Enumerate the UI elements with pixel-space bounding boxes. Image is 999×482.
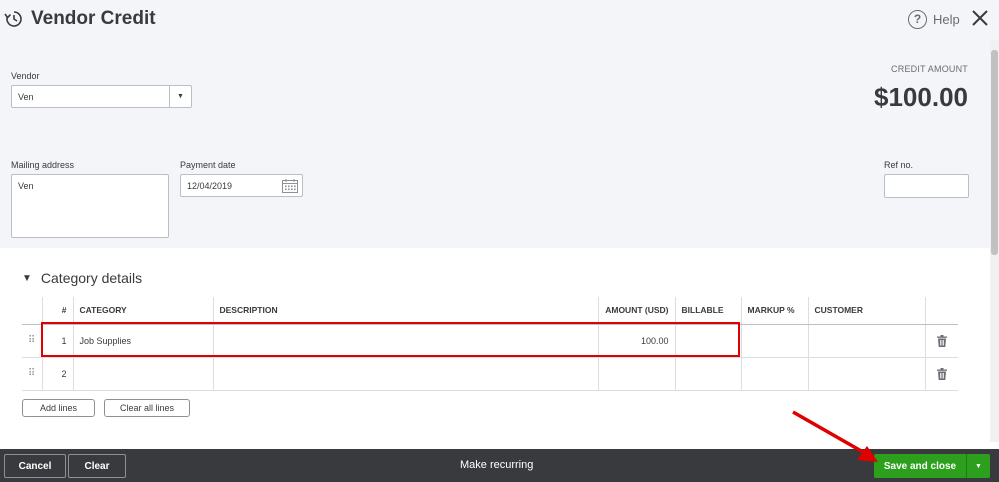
category-cell[interactable]: Job Supplies	[72, 324, 213, 358]
customer-cell[interactable]	[807, 324, 925, 358]
amount-cell[interactable]	[597, 357, 675, 391]
help-button[interactable]: ? Help	[908, 8, 960, 30]
chevron-down-icon[interactable]: ▼	[169, 86, 191, 107]
category-details-toggle[interactable]: ▼ Category details	[22, 270, 142, 286]
calendar-icon[interactable]	[281, 178, 299, 194]
table-row[interactable]: ⠿ 2	[22, 357, 958, 391]
table-header-row: # CATEGORY DESCRIPTION AMOUNT (USD) BILL…	[22, 297, 958, 325]
col-drag	[22, 297, 42, 325]
billable-cell[interactable]	[674, 357, 741, 391]
trash-icon	[936, 367, 947, 380]
description-cell[interactable]	[212, 357, 598, 391]
markup-cell[interactable]	[740, 357, 808, 391]
ref-no-label: Ref no.	[884, 160, 914, 170]
row-number: 2	[41, 357, 73, 391]
col-amount: AMOUNT (USD)	[597, 297, 675, 325]
help-label: Help	[933, 11, 960, 27]
vendor-label: Vendor	[11, 71, 40, 81]
col-markup: MARKUP %	[740, 297, 808, 325]
col-description: DESCRIPTION	[212, 297, 598, 325]
cancel-button[interactable]: Cancel	[4, 454, 66, 478]
delete-row-button[interactable]	[924, 324, 958, 358]
save-and-close-label[interactable]: Save and close	[874, 461, 966, 472]
trash-icon	[936, 334, 947, 347]
col-number: #	[41, 297, 73, 325]
category-cell[interactable]	[72, 357, 213, 391]
col-billable: BILLABLE	[674, 297, 741, 325]
drag-handle-icon[interactable]: ⠿	[22, 324, 42, 358]
vendor-value: Ven	[18, 91, 34, 102]
caret-down-icon: ▼	[22, 272, 32, 284]
payment-date-value: 12/04/2019	[187, 180, 233, 191]
history-icon[interactable]	[4, 9, 24, 29]
help-icon: ?	[908, 9, 927, 29]
description-cell[interactable]	[212, 324, 598, 358]
mailing-address-label: Mailing address	[11, 160, 75, 170]
mailing-address-value: Ven	[18, 181, 34, 191]
title-bar: Vendor Credit ? Help	[0, 0, 999, 40]
category-details-title: Category details	[40, 270, 143, 286]
ref-no-field[interactable]	[884, 174, 969, 198]
clear-button[interactable]: Clear	[68, 454, 126, 478]
chevron-down-icon[interactable]: ▼	[966, 454, 990, 478]
mailing-address-field[interactable]: Ven	[11, 174, 169, 238]
footer-bar: Cancel Clear Make recurring Save and clo…	[0, 449, 999, 482]
credit-amount-label: CREDIT AMOUNT	[891, 64, 968, 74]
col-category: CATEGORY	[72, 297, 213, 325]
vendor-select[interactable]: Ven ▼	[11, 85, 192, 108]
clear-all-lines-button[interactable]: Clear all lines	[104, 399, 190, 417]
col-customer: CUSTOMER	[807, 297, 925, 325]
payment-date-label: Payment date	[180, 160, 236, 170]
payment-date-field[interactable]: 12/04/2019	[180, 174, 303, 197]
scrollbar-thumb[interactable]	[991, 50, 998, 255]
make-recurring-link[interactable]: Make recurring	[460, 459, 533, 471]
table-row[interactable]: ⠿ 1 Job Supplies 100.00	[22, 324, 958, 358]
delete-row-button[interactable]	[924, 357, 958, 391]
category-table: # CATEGORY DESCRIPTION AMOUNT (USD) BILL…	[22, 297, 958, 391]
col-delete	[924, 297, 958, 325]
row-number: 1	[41, 324, 73, 358]
page-title: Vendor Credit	[31, 8, 156, 29]
markup-cell[interactable]	[740, 324, 808, 358]
billable-cell[interactable]	[674, 324, 741, 358]
drag-handle-icon[interactable]: ⠿	[22, 357, 42, 391]
save-and-close-button[interactable]: Save and close ▼	[874, 454, 990, 478]
add-lines-button[interactable]: Add lines	[22, 399, 95, 417]
close-icon[interactable]	[969, 7, 991, 29]
credit-amount-value: $100.00	[874, 82, 968, 112]
amount-cell[interactable]: 100.00	[597, 324, 675, 358]
customer-cell[interactable]	[807, 357, 925, 391]
